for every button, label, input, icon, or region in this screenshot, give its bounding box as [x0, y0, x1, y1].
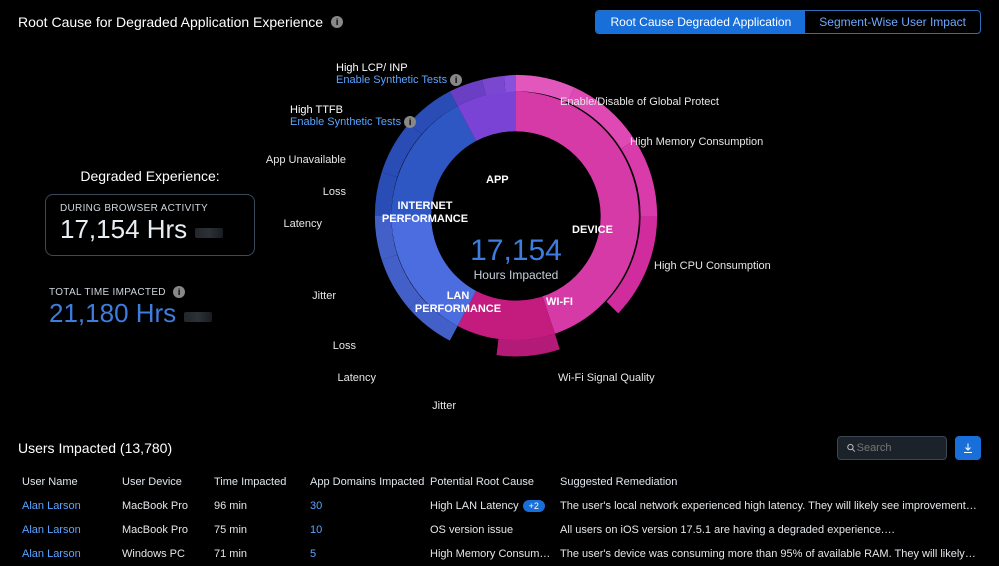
info-icon[interactable]: i: [404, 116, 416, 128]
sparkline-icon: [184, 312, 212, 322]
table-row[interactable]: Alan LarsonWindows PC71 min5High Memory …: [18, 542, 981, 566]
download-icon: [962, 442, 974, 454]
page-header: Root Cause for Degraded Application Expe…: [0, 0, 999, 38]
info-icon[interactable]: i: [331, 16, 343, 28]
tab-root-cause[interactable]: Root Cause Degraded Application: [596, 11, 805, 33]
users-impacted-section: Users Impacted (13,780) User Name User D…: [18, 436, 981, 566]
cell-device: Windows PC: [118, 542, 210, 566]
stat-label: TOTAL TIME IMPACTED: [49, 287, 166, 298]
leaf-high-ttfb[interactable]: High TTFB Enable Synthetic Tests i: [290, 104, 416, 128]
search-icon: [846, 442, 857, 454]
cell-rootcause: OS version issue: [426, 518, 556, 542]
cell-device: MacBook Pro: [118, 518, 210, 542]
info-icon[interactable]: i: [450, 74, 462, 86]
cell-domains[interactable]: 30: [306, 494, 426, 518]
cell-rootcause: High LAN Latency+2: [426, 494, 556, 518]
stat-label: DURING BROWSER ACTIVITY: [60, 203, 240, 214]
stat-value: 17,154 Hrs: [60, 214, 187, 245]
cell-remediation: All users on iOS version 17.5.1 are havi…: [556, 518, 981, 542]
cell-time: 71 min: [210, 542, 306, 566]
cell-user[interactable]: Alan Larson: [18, 494, 118, 518]
stat-total-impacted[interactable]: TOTAL TIME IMPACTED i 21,180 Hrs: [49, 284, 255, 329]
leaf-jitter-lan[interactable]: Jitter: [376, 400, 456, 412]
segment-label-internet: INTERNET PERFORMANCE: [380, 200, 470, 225]
leaf-global-protect[interactable]: Enable/Disable of Global Protect: [560, 96, 719, 108]
table-title: Users Impacted (13,780): [18, 440, 172, 456]
cell-remediation: The user's local network experienced hig…: [556, 494, 981, 518]
table-row[interactable]: Alan LarsonMacBook Pro96 min30High LAN L…: [18, 494, 981, 518]
stats-heading: Degraded Experience:: [45, 168, 255, 184]
leaf-lat-int[interactable]: Latency: [242, 218, 322, 230]
leaf-high-lcp[interactable]: High LCP/ INP Enable Synthetic Tests i: [336, 62, 462, 86]
leaf-lat-lan[interactable]: Latency: [296, 372, 376, 384]
download-button[interactable]: [955, 436, 981, 460]
page-title: Root Cause for Degraded Application Expe…: [18, 14, 323, 30]
leaf-high-mem[interactable]: High Memory Consumption: [630, 136, 763, 148]
stat-value: 21,180 Hrs: [49, 298, 176, 329]
cell-time: 96 min: [210, 494, 306, 518]
sparkline-icon: [195, 228, 223, 238]
cell-time: 75 min: [210, 518, 306, 542]
col-user[interactable]: User Name: [18, 470, 118, 494]
segment-label-lan: LAN PERFORMANCE: [413, 290, 503, 315]
cell-rootcause: High Memory Consumption: [426, 542, 556, 566]
leaf-loss-lan[interactable]: Loss: [276, 340, 356, 352]
view-tabs: Root Cause Degraded Application Segment-…: [595, 10, 981, 34]
cell-domains[interactable]: 5: [306, 542, 426, 566]
leaf-outer[interactable]: [482, 76, 505, 95]
info-icon[interactable]: i: [173, 286, 185, 298]
chart-center: 17,154 Hours Impacted: [416, 158, 616, 358]
cell-remediation: The user's device was consuming more tha…: [556, 542, 981, 566]
segment-label-device: DEVICE: [572, 224, 613, 237]
cell-device: MacBook Pro: [118, 494, 210, 518]
leaf-app-unavailable[interactable]: App Unavailable: [216, 154, 346, 166]
degraded-stats: Degraded Experience: DURING BROWSER ACTI…: [45, 168, 255, 329]
cell-user[interactable]: Alan Larson: [18, 542, 118, 566]
segment-label-wifi: WI-FI: [546, 296, 573, 309]
table-row[interactable]: Alan LarsonMacBook Pro75 min10OS version…: [18, 518, 981, 542]
chart-center-value: 17,154: [470, 234, 562, 268]
col-device[interactable]: User Device: [118, 470, 210, 494]
chart-center-label: Hours Impacted: [474, 268, 559, 282]
leaf-jitter-int[interactable]: Jitter: [256, 290, 336, 302]
leaf-high-cpu[interactable]: High CPU Consumption: [654, 260, 764, 272]
col-time[interactable]: Time Impacted: [210, 470, 306, 494]
extra-count-badge[interactable]: +2: [523, 500, 545, 512]
search-input[interactable]: [837, 436, 947, 460]
leaf-loss-int[interactable]: Loss: [266, 186, 346, 198]
cell-user[interactable]: Alan Larson: [18, 518, 118, 542]
col-rootcause[interactable]: Potential Root Cause: [426, 470, 556, 494]
users-table: User Name User Device Time Impacted App …: [18, 470, 981, 566]
segment-label-app: APP: [486, 174, 509, 187]
cell-domains[interactable]: 10: [306, 518, 426, 542]
tab-segment-impact[interactable]: Segment-Wise User Impact: [805, 11, 980, 33]
leaf-wifi-signal[interactable]: Wi-Fi Signal Quality: [558, 372, 678, 384]
leaf-outer[interactable]: [504, 75, 516, 93]
stat-browser-activity[interactable]: DURING BROWSER ACTIVITY 17,154 Hrs: [45, 194, 255, 256]
col-remediation[interactable]: Suggested Remediation: [556, 470, 981, 494]
col-domains[interactable]: App Domains Impacted: [306, 470, 426, 494]
